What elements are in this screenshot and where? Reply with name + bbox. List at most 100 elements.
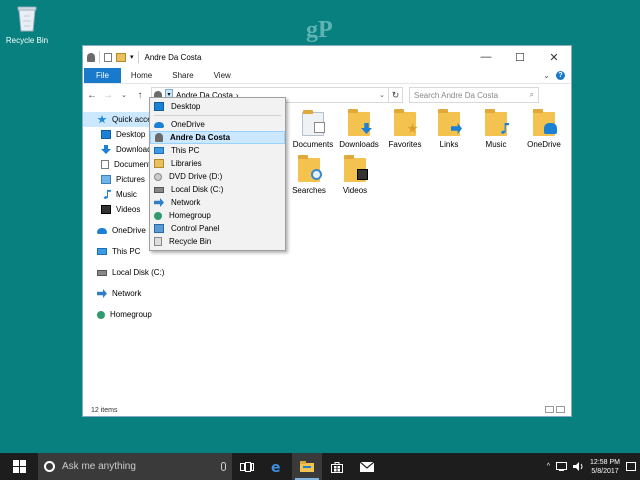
refresh-icon[interactable]: ↻ (389, 87, 403, 103)
folder-icon (298, 155, 322, 182)
pictures-icon (101, 175, 111, 184)
recent-locations-icon[interactable]: ⌄ (119, 91, 129, 99)
sidebar-item-homegroup[interactable]: Homegroup (83, 307, 181, 322)
menu-item-label: Local Disk (C:) (171, 185, 224, 194)
back-arrow-icon[interactable]: ← (87, 90, 97, 101)
menu-item-local-disk[interactable]: Local Disk (C:) (150, 183, 285, 196)
film-icon (357, 169, 368, 180)
recycle-bin-label: Recycle Bin (5, 36, 49, 45)
task-view-button[interactable] (232, 453, 262, 480)
folder-onedrive[interactable]: OneDrive (520, 109, 568, 149)
location-dropdown-menu: Desktop OneDrive Andre Da Costa This PC … (149, 97, 286, 251)
taskbar: Ask me anything e ^ 12:58 PM 5/8/2017 (0, 453, 640, 480)
cortana-placeholder: Ask me anything (62, 461, 136, 472)
folder-favorites[interactable]: Favorites (381, 109, 429, 149)
expand-ribbon-icon[interactable]: ⌄ (543, 71, 550, 80)
folder-icon (344, 155, 368, 182)
task-view-icon (240, 461, 254, 472)
sidebar-item-network[interactable]: Network (83, 286, 181, 301)
large-icons-view-icon[interactable] (556, 406, 565, 413)
sidebar-item-label: This PC (112, 247, 141, 256)
folder-label: Downloads (339, 140, 379, 149)
title-bar[interactable]: ▾ Andre Da Costa — ☐ ✕ (83, 46, 571, 68)
folder-label: Documents (292, 140, 334, 149)
folder-icon (485, 109, 509, 136)
minimize-button[interactable]: — (469, 51, 503, 64)
edge-taskbar-button[interactable]: e (262, 453, 292, 480)
clock-date: 5/8/2017 (591, 467, 619, 475)
folder-searches[interactable]: Searches (285, 155, 333, 195)
volume-icon[interactable] (573, 462, 584, 471)
folder-documents[interactable]: Documents (289, 110, 337, 149)
folder-videos[interactable]: Videos (331, 155, 379, 195)
divider (137, 51, 139, 63)
tab-share[interactable]: Share (162, 68, 203, 83)
sidebar-item-local-disk[interactable]: Local Disk (C:) (83, 265, 181, 280)
forward-arrow-icon[interactable]: → (103, 90, 113, 101)
folder-icon (302, 110, 325, 136)
menu-item-control-panel[interactable]: Control Panel (150, 222, 285, 235)
network-status-icon[interactable] (556, 462, 568, 471)
music-note-icon (500, 123, 509, 134)
tab-file[interactable]: File (84, 68, 121, 83)
help-icon[interactable]: ? (556, 71, 565, 80)
clock[interactable]: 12:58 PM 5/8/2017 (590, 458, 620, 476)
star-icon (97, 115, 107, 124)
search-input[interactable]: Search Andre Da Costa ⌕ (409, 87, 539, 103)
clock-time: 12:58 PM (590, 458, 620, 466)
menu-item-label: Homegroup (169, 211, 211, 220)
user-icon (155, 133, 163, 142)
menu-item-this-pc[interactable]: This PC (150, 144, 285, 157)
menu-item-desktop[interactable]: Desktop (150, 100, 285, 113)
new-folder-icon[interactable] (116, 52, 126, 62)
menu-item-label: Control Panel (171, 224, 220, 233)
divider (99, 51, 100, 63)
folder-links[interactable]: Links (425, 109, 473, 149)
ribbon-tabs: File Home Share View ⌄ ? (83, 68, 571, 84)
folder-downloads[interactable]: Downloads (335, 109, 383, 149)
microphone-icon[interactable] (221, 462, 226, 471)
start-button[interactable] (0, 453, 38, 480)
cortana-search-box[interactable]: Ask me anything (38, 453, 232, 480)
homegroup-icon (154, 211, 162, 220)
tab-view[interactable]: View (204, 68, 241, 83)
network-icon (154, 198, 164, 207)
libraries-icon (154, 159, 164, 168)
local-disk-icon (154, 186, 164, 193)
maximize-button[interactable]: ☐ (503, 51, 537, 64)
folder-music[interactable]: Music (472, 109, 520, 149)
file-explorer-taskbar-button[interactable] (292, 453, 322, 480)
desktop-icon (101, 130, 111, 139)
up-arrow-icon[interactable]: ↑ (135, 90, 145, 101)
downloads-icon (361, 123, 372, 134)
show-hidden-icons-chevron-icon[interactable]: ^ (547, 463, 550, 470)
this-pc-icon (154, 147, 164, 154)
menu-item-homegroup[interactable]: Homegroup (150, 209, 285, 222)
menu-item-network[interactable]: Network (150, 196, 285, 209)
action-center-icon[interactable] (626, 462, 636, 471)
menu-item-libraries[interactable]: Libraries (150, 157, 285, 170)
customize-quick-access-icon[interactable]: ▾ (130, 53, 134, 61)
menu-item-label: Network (171, 198, 201, 207)
sidebar-item-label: Desktop (116, 130, 146, 139)
link-arrow-icon (451, 123, 462, 134)
cortana-icon (44, 461, 55, 472)
menu-item-onedrive[interactable]: OneDrive (150, 118, 285, 131)
menu-item-dvd-drive[interactable]: DVD Drive (D:) (150, 170, 285, 183)
this-pc-icon (97, 248, 107, 255)
mail-taskbar-button[interactable] (352, 453, 382, 480)
menu-item-andre-da-costa[interactable]: Andre Da Costa (150, 131, 285, 144)
menu-item-recycle-bin[interactable]: Recycle Bin (150, 235, 285, 248)
folder-icon (348, 109, 372, 136)
recycle-bin-icon (154, 237, 162, 246)
details-view-icon[interactable] (545, 406, 554, 413)
store-taskbar-button[interactable] (322, 453, 352, 480)
properties-icon[interactable] (104, 52, 112, 62)
tab-home[interactable]: Home (121, 68, 162, 83)
recycle-bin-desktop-icon[interactable]: Recycle Bin (4, 4, 50, 45)
address-history-icon[interactable]: ⌄ (379, 91, 388, 99)
close-button[interactable]: ✕ (537, 51, 571, 64)
file-explorer-icon (300, 461, 314, 472)
sidebar-item-label: Pictures (116, 175, 145, 184)
watermark-logo: gP (306, 17, 333, 43)
